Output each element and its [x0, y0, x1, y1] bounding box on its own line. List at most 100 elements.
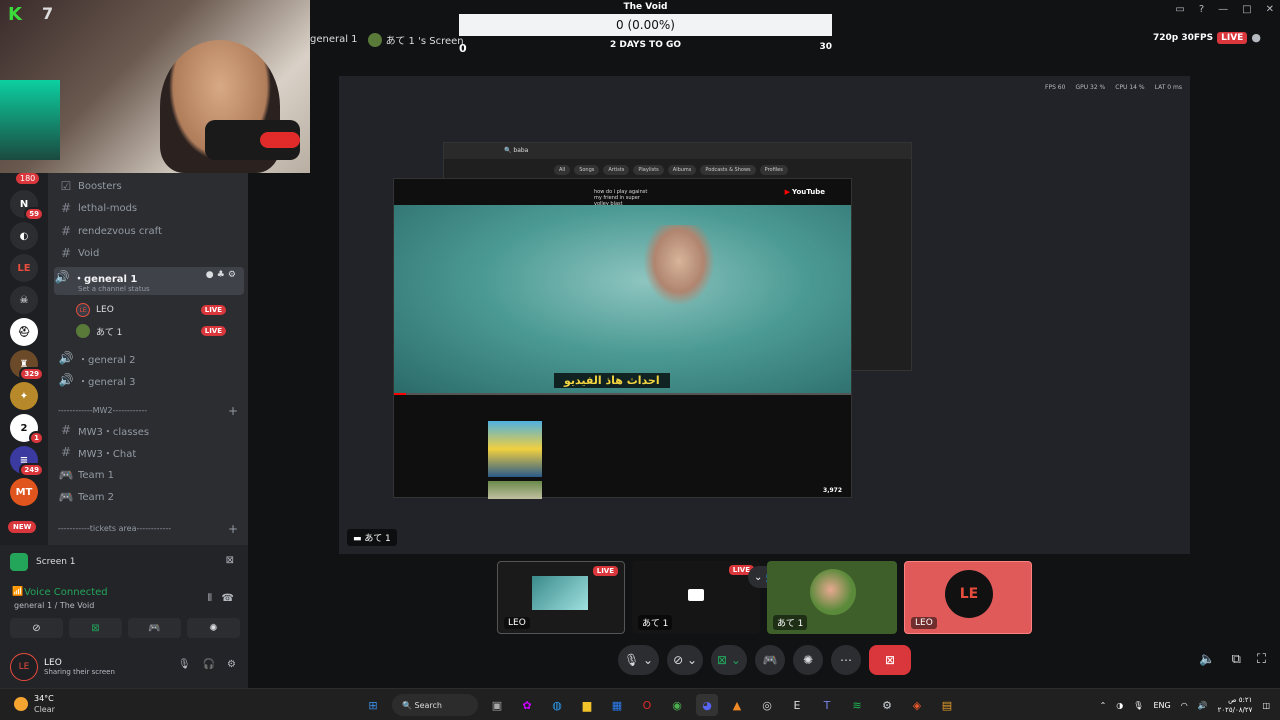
- participant-tile-ate[interactable]: あて 1: [767, 561, 897, 634]
- leave-call-button[interactable]: ⊠: [868, 645, 911, 675]
- windows-start-icon[interactable]: ⊞: [362, 694, 384, 716]
- channel-void[interactable]: # Void: [58, 243, 244, 263]
- copilot-icon[interactable]: ✿: [516, 694, 538, 716]
- channel-lethal-mods[interactable]: # lethal-mods: [58, 198, 244, 218]
- channel-mw3-chat[interactable]: # MW3・Chat: [58, 442, 244, 462]
- server-icon-helmet[interactable]: ⛑: [10, 318, 38, 346]
- more-options-button[interactable]: ⋯: [830, 645, 861, 675]
- screen-share-preview[interactable]: Screen 1: [10, 553, 76, 571]
- microphone-icon[interactable]: 🎙: [178, 659, 191, 670]
- taskbar-search[interactable]: 🔍 Search: [392, 694, 478, 716]
- add-channel-icon[interactable]: +: [228, 404, 238, 418]
- steam-icon[interactable]: ⚙: [876, 694, 898, 716]
- origin-icon[interactable]: ◈: [906, 694, 928, 716]
- channel-actions-icons[interactable]: ● ♣ ⚙: [206, 270, 236, 280]
- store-icon[interactable]: ▦: [606, 694, 628, 716]
- server-icon-skull[interactable]: ☠: [10, 286, 38, 314]
- noise-suppression-icon[interactable]: ⦀: [208, 593, 212, 604]
- voice-user-ate[interactable]: あて 1 LIVE: [76, 322, 236, 340]
- weather-widget[interactable]: 34°C Clear: [14, 693, 55, 715]
- screen-icon: [10, 553, 28, 571]
- add-channel-icon[interactable]: +: [228, 522, 238, 536]
- camera-button[interactable]: ⊘ ⌄: [667, 645, 704, 675]
- video-progress-bar: [394, 393, 851, 395]
- inbox-icon[interactable]: ▭: [1175, 4, 1184, 15]
- voice-user-leo[interactable]: LE LEO LIVE: [76, 301, 236, 319]
- edge-icon[interactable]: ◍: [546, 694, 568, 716]
- channel-status[interactable]: Set a channel status: [78, 285, 150, 293]
- category-tickets[interactable]: -----------tickets area------------ +: [58, 522, 248, 536]
- voice-channel-general-2[interactable]: 🔊 ・general 2: [58, 348, 244, 368]
- chat-bubble-icon[interactable]: ●: [1251, 31, 1261, 44]
- server-icon-circle[interactable]: ◐: [10, 222, 38, 250]
- view-count: 3,972: [823, 487, 842, 494]
- teams-icon[interactable]: T: [816, 694, 838, 716]
- language-indicator[interactable]: ENG: [1153, 701, 1170, 710]
- share-screen-button[interactable]: ⊠ ⌄: [711, 645, 747, 675]
- voice-channel-general-3[interactable]: 🔊 ・general 3: [58, 370, 244, 390]
- mute-button[interactable]: 🎙 ⌄: [618, 645, 660, 675]
- main-stream-video[interactable]: FPS 60 GPU 32 % CPU 14 % LAT 0 ms 🔍 baba…: [339, 76, 1190, 554]
- epic-games-icon[interactable]: E: [786, 694, 808, 716]
- volume-icon[interactable]: 🔊: [1198, 701, 1208, 710]
- help-icon[interactable]: ?: [1199, 4, 1204, 15]
- voice-channel-team-1[interactable]: 🎮 Team 1: [58, 465, 244, 485]
- voice-channel-team-2[interactable]: 🎮 Team 2: [58, 487, 244, 507]
- activity-button[interactable]: 🎮: [754, 645, 785, 675]
- maximize-icon[interactable]: □: [1242, 4, 1251, 15]
- server-icon-gold[interactable]: ✦: [10, 382, 38, 410]
- voice-channel-path[interactable]: general 1 / The Void: [14, 601, 94, 610]
- screen-share-button[interactable]: ⊠: [69, 618, 122, 638]
- opera-icon[interactable]: O: [636, 694, 658, 716]
- live-badge: LIVE: [200, 326, 226, 336]
- activity-button[interactable]: 🎮: [128, 618, 181, 638]
- fullscreen-icon[interactable]: ⛶: [1257, 652, 1266, 667]
- server-icon-ns[interactable]: N 59: [10, 190, 44, 221]
- server-icon-le[interactable]: LE: [10, 254, 38, 282]
- server-icon-2[interactable]: 21: [10, 414, 44, 445]
- stop-stream-icon[interactable]: ⊠: [226, 555, 234, 566]
- user-panel[interactable]: LE LEO Sharing their screen 🎙 🎧 ⚙: [10, 651, 242, 683]
- participant-tile-leo[interactable]: LE LEO: [904, 561, 1032, 634]
- participant-tile-ate-stream[interactable]: LIVE あて 1: [632, 561, 760, 634]
- settings-gear-icon[interactable]: ⚙: [227, 659, 236, 670]
- obs-icon[interactable]: ◎: [756, 694, 778, 716]
- popout-icon[interactable]: ⧉: [1232, 652, 1241, 667]
- file-explorer-icon[interactable]: ▆: [576, 694, 598, 716]
- soundboard-button[interactable]: ✺: [187, 618, 240, 638]
- new-badge: NEW: [8, 521, 37, 533]
- spotify-icon[interactable]: ≋: [846, 694, 868, 716]
- category-mw2[interactable]: ------------MW2------------ +: [58, 404, 248, 418]
- disconnect-icon[interactable]: ☎: [222, 593, 234, 604]
- app-icon[interactable]: ▤: [936, 694, 958, 716]
- server-icon-spartan[interactable]: ♜ 329: [10, 350, 44, 381]
- wifi-icon[interactable]: ◠: [1181, 701, 1188, 710]
- channel-boosters[interactable]: ☑ Boosters: [58, 176, 244, 196]
- channel-rendezvous-craft[interactable]: # rendezvous craft: [58, 221, 244, 241]
- chrome-icon[interactable]: ◉: [666, 694, 688, 716]
- camera-off-button[interactable]: ⊘: [10, 618, 63, 638]
- tray-app-icon[interactable]: ◑: [1116, 701, 1123, 710]
- vlc-icon[interactable]: ▲: [726, 694, 748, 716]
- server-icon-mt[interactable]: MT: [10, 478, 38, 506]
- participant-tile-leo-stream[interactable]: LIVE LEO: [497, 561, 625, 634]
- soundboard-button[interactable]: ✺: [792, 645, 823, 675]
- close-icon[interactable]: ✕: [1266, 4, 1274, 15]
- task-view-icon[interactable]: ▣: [486, 694, 508, 716]
- minimize-icon[interactable]: —: [1218, 4, 1228, 15]
- system-tray: ⌃ ◑ 🎙 ENG ◠ 🔊 ٥:٢١ ص ٢٠٢٥/٠٨/٢٧ ◫: [1100, 695, 1270, 715]
- clock[interactable]: ٥:٢١ ص ٢٠٢٥/٠٨/٢٧: [1218, 695, 1253, 715]
- microphone-icon[interactable]: 🎙: [1133, 701, 1143, 710]
- goal-current: 0: [459, 42, 467, 55]
- volume-icon[interactable]: 🔈: [1199, 652, 1215, 667]
- call-controls: 🎙 ⌄ ⊘ ⌄ ⊠ ⌄ 🎮 ✺ ⋯ ⊠: [618, 645, 911, 675]
- server-icon-stripe[interactable]: ≡ 249: [10, 446, 44, 477]
- voice-connected-status[interactable]: Voice Connected: [24, 587, 108, 598]
- headphones-icon[interactable]: 🎧: [203, 659, 215, 670]
- speaker-icon: 🔊: [58, 373, 74, 387]
- notifications-icon[interactable]: ◫: [1262, 701, 1270, 710]
- spotify-filter-tabs: All Songs Artists Playlists Albums Podca…: [554, 165, 788, 175]
- chevron-up-icon[interactable]: ⌃: [1100, 701, 1107, 710]
- channel-mw3-classes[interactable]: # MW3・classes: [58, 420, 244, 440]
- discord-icon[interactable]: ◕: [696, 694, 718, 716]
